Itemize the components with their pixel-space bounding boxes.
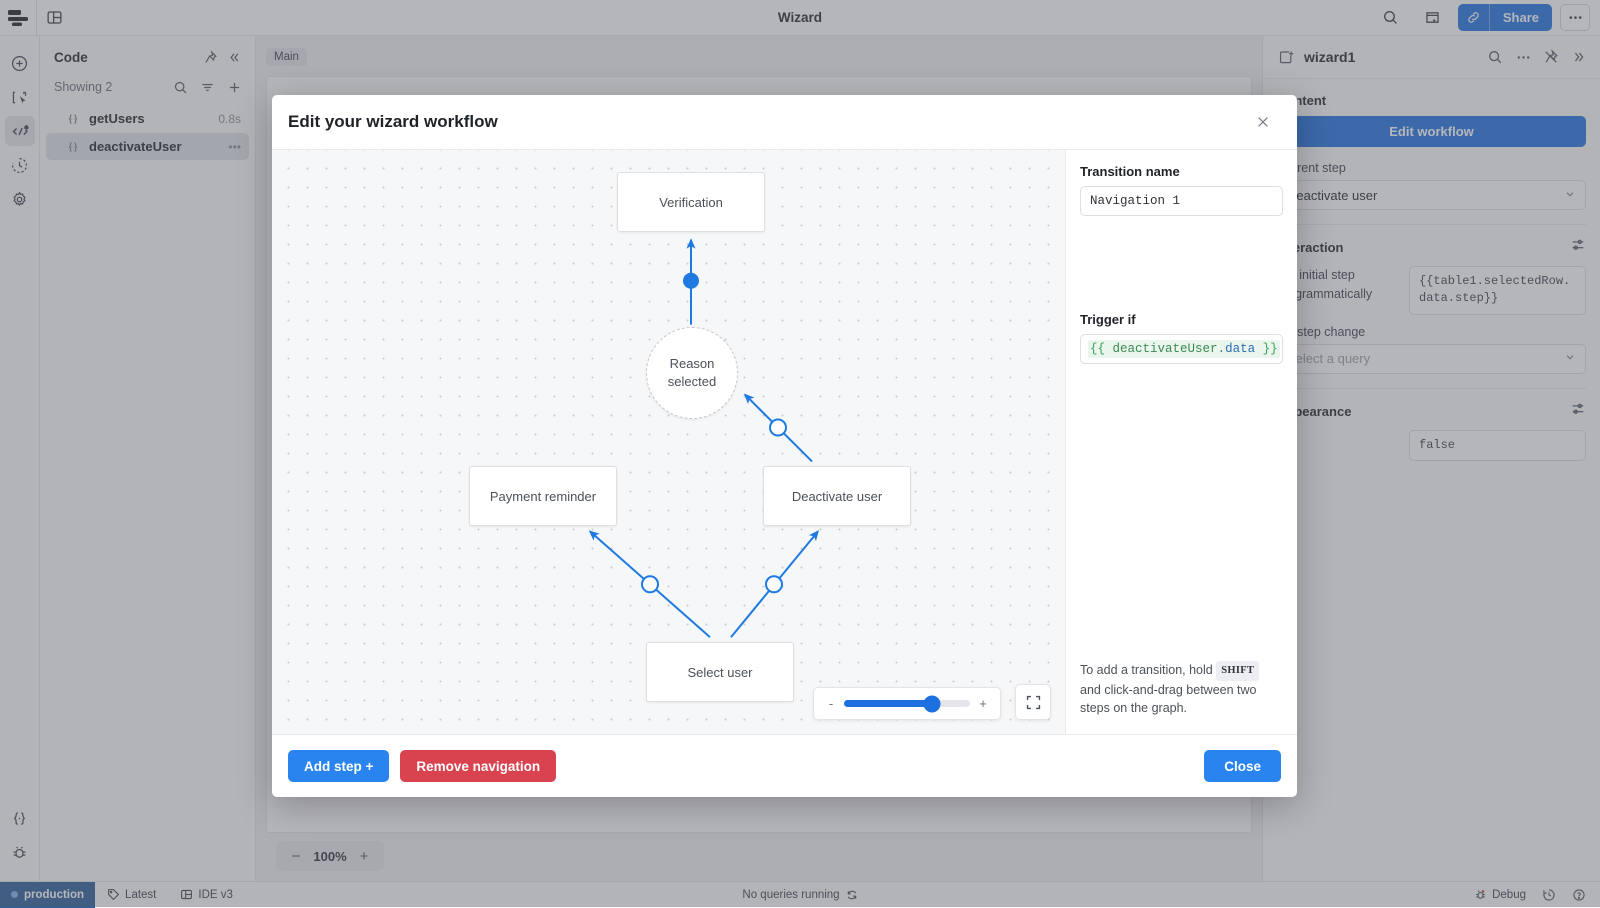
modal-title: Edit your wizard workflow bbox=[288, 112, 498, 132]
edge-reason-to-verification[interactable] bbox=[683, 240, 699, 325]
trigger-if-expression: {{ deactivateUser.data }} bbox=[1088, 340, 1280, 358]
workflow-graph[interactable]: Verification Reasonselected Payment remi… bbox=[272, 150, 1065, 734]
trigger-if-label: Trigger if bbox=[1080, 312, 1283, 327]
graph-fit-to-screen-button[interactable] bbox=[1015, 684, 1051, 720]
graph-zoom-slider[interactable] bbox=[844, 700, 970, 707]
edit-workflow-modal: Edit your wizard workflow bbox=[272, 95, 1297, 797]
transition-name-label: Transition name bbox=[1080, 164, 1283, 179]
fit-screen-icon bbox=[1025, 694, 1042, 711]
trigger-brace-open: {{ bbox=[1090, 342, 1105, 356]
hint-before: To add a transition, hold bbox=[1080, 663, 1213, 677]
modal-body: Verification Reasonselected Payment remi… bbox=[272, 150, 1297, 734]
graph-node-select-user[interactable]: Select user bbox=[646, 642, 794, 702]
edge-select-to-payment[interactable] bbox=[590, 531, 710, 637]
remove-navigation-button[interactable]: Remove navigation bbox=[400, 750, 556, 782]
hint-shift-key: SHIFT bbox=[1216, 661, 1259, 681]
trigger-brace-close: }} bbox=[1263, 342, 1278, 356]
graph-node-deactivate-user[interactable]: Deactivate user bbox=[763, 466, 911, 526]
graph-node-label: Select user bbox=[687, 665, 752, 680]
graph-node-payment-reminder[interactable]: Payment reminder bbox=[469, 466, 617, 526]
trigger-ident-text: deactivateUser bbox=[1113, 342, 1218, 356]
transition-hint: To add a transition, hold SHIFT and clic… bbox=[1080, 661, 1283, 718]
side-pane-spacer bbox=[1080, 216, 1283, 312]
edge-deactivate-to-reason[interactable] bbox=[745, 395, 812, 462]
graph-node-label: Payment reminder bbox=[490, 489, 596, 504]
trigger-dot: . bbox=[1218, 342, 1226, 356]
trigger-if-input[interactable]: {{ deactivateUser.data }} bbox=[1080, 334, 1283, 364]
edge-select-to-deactivate[interactable] bbox=[731, 531, 818, 637]
graph-zoom-widget: - + bbox=[813, 687, 1001, 720]
hint-after: and click-and-drag between two steps on … bbox=[1080, 683, 1257, 716]
transition-settings-pane: Transition name Navigation 1 Trigger if … bbox=[1065, 150, 1297, 734]
graph-node-label: Verification bbox=[659, 195, 723, 210]
graph-node-reason-selected[interactable]: Reasonselected bbox=[646, 327, 738, 419]
modal-close-button[interactable] bbox=[1251, 110, 1275, 134]
modal-header: Edit your wizard workflow bbox=[272, 95, 1297, 150]
trigger-space bbox=[1255, 342, 1263, 356]
graph-node-label: Reasonselected bbox=[668, 355, 716, 390]
trigger-property: data bbox=[1225, 342, 1255, 356]
graph-zoom-out-button[interactable]: - bbox=[826, 696, 836, 711]
graph-zoom-slider-fill bbox=[844, 700, 932, 707]
transition-name-input[interactable]: Navigation 1 bbox=[1080, 186, 1283, 216]
graph-zoom-slider-knob[interactable] bbox=[924, 695, 941, 712]
graph-node-verification[interactable]: Verification bbox=[617, 172, 765, 232]
graph-zoom-in-button[interactable]: + bbox=[978, 696, 988, 711]
modal-footer: Add step + Remove navigation Close bbox=[272, 734, 1297, 797]
close-icon bbox=[1256, 115, 1270, 129]
trigger-identifier bbox=[1105, 342, 1113, 356]
graph-node-label: Deactivate user bbox=[792, 489, 882, 504]
close-modal-button[interactable]: Close bbox=[1204, 750, 1281, 782]
add-step-button[interactable]: Add step + bbox=[288, 750, 389, 782]
